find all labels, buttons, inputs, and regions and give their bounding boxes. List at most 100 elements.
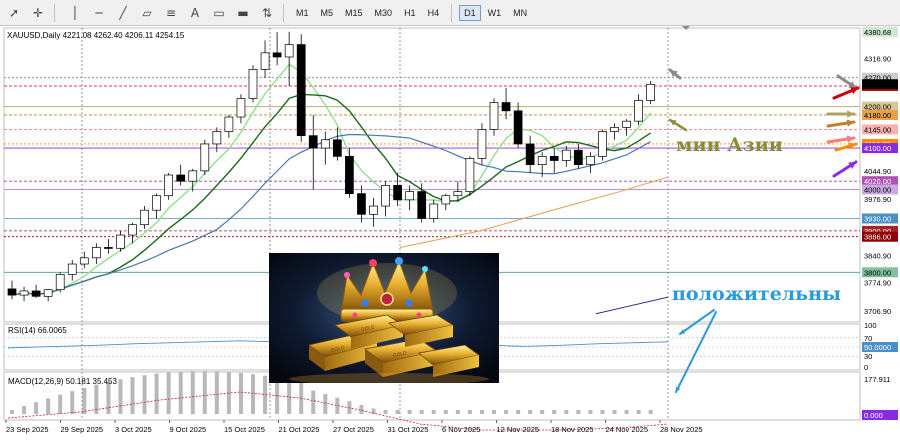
macd-bar xyxy=(251,374,255,414)
price-scale: 4380.684316.904270.004250.004200.004180.… xyxy=(862,26,898,420)
price-scale-label: 3976.90 xyxy=(864,195,891,204)
asia-min-annotation: мин Азии xyxy=(676,134,783,156)
toolbar: ➚ ✛ │ ─ ╱ ▱ ≡ A ▭ ▬ ⇅ M1 M5 M15 M30 H1 H4 D1 W1… xyxy=(0,0,900,26)
timeframe-h1[interactable]: H1 xyxy=(399,5,421,21)
macd-bar xyxy=(564,410,569,414)
fibonacci-icon[interactable]: ≡ xyxy=(161,3,181,23)
macd-bar xyxy=(202,371,207,414)
candle-body xyxy=(405,191,414,201)
candle-body xyxy=(429,203,439,219)
arrow-icon-head xyxy=(847,110,854,118)
vertical-line-icon[interactable]: │ xyxy=(65,3,85,23)
cursor-icon[interactable]: ➚ xyxy=(4,3,24,23)
macd-bar xyxy=(443,410,448,414)
macd-bar xyxy=(648,410,653,414)
trendline-icon[interactable]: ╱ xyxy=(113,3,133,23)
macd-bar xyxy=(178,371,183,414)
price-scale-label: 4000.00 xyxy=(864,185,891,194)
macd-bar xyxy=(142,375,147,414)
candle-body xyxy=(622,120,631,128)
macd-bar xyxy=(238,372,243,414)
timeframe-h4[interactable]: H4 xyxy=(423,5,445,21)
toolbar-separator xyxy=(283,3,284,22)
macd-bar xyxy=(323,394,328,414)
macd-bar xyxy=(383,410,388,414)
candle-body xyxy=(164,174,173,197)
macd-bar xyxy=(106,381,111,414)
price-scale-label: 4100.00 xyxy=(864,144,891,153)
date-axis: 23 Sep 2025 29 Sep 2025 3 Oct 2025 9 Oct 20… xyxy=(5,420,703,434)
candle-body xyxy=(67,263,77,275)
candle-body xyxy=(284,44,294,58)
text-icon[interactable]: A xyxy=(185,3,205,23)
macd-bar xyxy=(528,410,533,414)
macd-bar xyxy=(636,410,641,414)
toolbar-separator xyxy=(54,3,55,22)
date-label: 28 Nov 2025 xyxy=(660,425,703,434)
candle-body xyxy=(441,195,451,205)
price-scale-label: 4145.00 xyxy=(864,125,891,134)
candle-body xyxy=(465,158,475,192)
candle-body xyxy=(200,143,210,172)
candle-body xyxy=(128,224,137,236)
macd-bar xyxy=(118,379,123,414)
timeframe-mn[interactable]: MN xyxy=(508,5,532,21)
candle-body xyxy=(501,102,511,112)
candle-body xyxy=(561,149,571,161)
macd-scale-label: 177.911 xyxy=(864,375,891,384)
timeframe-w1[interactable]: W1 xyxy=(483,5,507,21)
macd-bar xyxy=(467,410,472,414)
candle-body xyxy=(525,143,535,165)
candle-body xyxy=(357,193,366,215)
macd-bar xyxy=(552,410,557,414)
label-icon[interactable]: ▭ xyxy=(209,3,229,23)
macd-bar xyxy=(504,410,509,414)
macd-bar xyxy=(130,377,135,414)
date-label: 12 Nov 2025 xyxy=(497,425,540,434)
date-label: 31 Oct 2025 xyxy=(388,425,429,434)
candle-body xyxy=(188,170,198,182)
date-label: 21 Oct 2025 xyxy=(279,425,320,434)
shapes-icon[interactable]: ▬ xyxy=(233,3,253,23)
candle-body xyxy=(152,195,161,211)
macd-bar xyxy=(395,410,400,414)
macd-bar xyxy=(82,387,87,414)
macd-bar xyxy=(359,404,364,414)
annotation-arrows xyxy=(668,26,860,393)
candle-body xyxy=(296,44,306,137)
candle-body xyxy=(453,191,463,197)
macd-bar xyxy=(190,371,195,414)
candle-body xyxy=(43,289,53,297)
timeframe-m30[interactable]: M30 xyxy=(370,5,398,21)
candle-body xyxy=(369,205,378,215)
timeframe-d1[interactable]: D1 xyxy=(459,4,481,21)
gold-bars-crown-image: GOLD GOLD GOLD xyxy=(269,253,499,383)
macd-bar xyxy=(311,390,316,414)
current-price-tag xyxy=(862,79,898,90)
candle-body xyxy=(537,156,547,165)
arrows-icon[interactable]: ⇅ xyxy=(257,3,277,23)
candle-body xyxy=(381,185,390,207)
crosshair-icon[interactable]: ✛ xyxy=(28,3,48,23)
candle-body xyxy=(333,139,342,157)
macd-bar xyxy=(154,373,159,414)
macd-bar xyxy=(624,410,629,414)
channel-icon[interactable]: ▱ xyxy=(137,3,157,23)
candle-body xyxy=(212,131,222,145)
timeframe-m5[interactable]: M5 xyxy=(316,5,339,21)
candle-body xyxy=(345,156,354,194)
price-scale-label: 3930.00 xyxy=(864,214,891,223)
timeframe-m1[interactable]: M1 xyxy=(291,5,314,21)
macd-bar xyxy=(214,371,219,414)
macd-bar xyxy=(612,410,617,414)
macd-bar xyxy=(166,372,171,414)
horizontal-line-icon[interactable]: ─ xyxy=(89,3,109,23)
candle-body xyxy=(477,129,487,159)
candle-body xyxy=(224,116,234,132)
macd-bar xyxy=(516,410,521,414)
macd-label: MACD(12,26,9) 50.181 35.453 xyxy=(8,377,118,386)
candle-body xyxy=(393,185,402,201)
macd-bar xyxy=(455,410,460,414)
timeframe-m15[interactable]: M15 xyxy=(340,5,368,21)
trend-line xyxy=(595,296,669,315)
